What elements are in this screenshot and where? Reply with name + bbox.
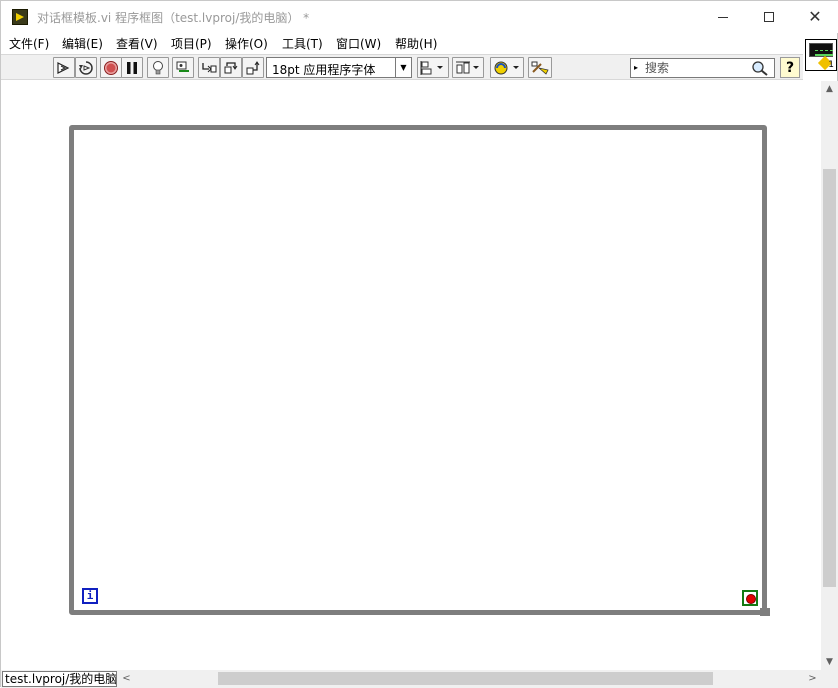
vi-icon[interactable]: 1	[805, 39, 837, 71]
minimize-icon	[718, 17, 728, 18]
chevron-down-icon: ▼	[395, 58, 411, 77]
run-continuously-button[interactable]	[75, 57, 97, 78]
search-expand-icon: ▸	[634, 63, 639, 72]
step-into-icon	[202, 63, 217, 73]
scroll-up-icon[interactable]: ▲	[821, 81, 838, 98]
menu-file[interactable]: 文件(F)	[9, 35, 49, 52]
maximize-button[interactable]	[746, 1, 792, 33]
menu-help[interactable]: 帮助(H)	[395, 35, 437, 52]
search-input[interactable]	[645, 60, 749, 76]
horizontal-scroll-thumb[interactable]	[218, 672, 713, 685]
menu-operate[interactable]: 操作(O)	[225, 35, 268, 52]
run-arrow-icon	[57, 62, 70, 74]
close-icon: ✕	[808, 7, 822, 26]
title-bar[interactable]: 对话框模板.vi 程序框图（test.lvproj/我的电脑） * ✕	[1, 1, 838, 33]
font-dropdown[interactable]: 18pt 应用程序字体 ▼	[266, 57, 412, 78]
menu-edit[interactable]: 编辑(E)	[62, 35, 103, 52]
vertical-scroll-thumb[interactable]	[823, 169, 836, 587]
menu-tools[interactable]: 工具(T)	[282, 35, 323, 52]
step-over-icon	[224, 62, 238, 74]
while-loop-structure[interactable]: i	[69, 125, 770, 616]
context-help-button[interactable]: ?	[780, 57, 800, 78]
reorder-button[interactable]	[490, 57, 524, 78]
reorder-icon	[494, 61, 519, 75]
scroll-right-icon[interactable]: >	[804, 670, 821, 688]
application-instance-label[interactable]: test.lvproj/我的电脑	[2, 671, 117, 687]
align-objects-button[interactable]	[417, 57, 449, 78]
scroll-down-icon[interactable]: ▼	[821, 654, 838, 671]
step-into-button[interactable]	[198, 57, 220, 78]
labview-block-diagram-window: 对话框模板.vi 程序框图（test.lvproj/我的电脑） * ✕ 文件(F…	[0, 0, 838, 688]
clean-up-diagram-button[interactable]	[528, 57, 552, 78]
close-button[interactable]: ✕	[792, 1, 838, 33]
vi-icon-number: 1	[828, 60, 834, 70]
toolbar: 18pt 应用程序字体 ▼ ▸ ?	[1, 54, 803, 80]
distribute-objects-icon	[456, 61, 479, 74]
retain-wire-values-button[interactable]	[172, 57, 194, 78]
align-objects-icon	[420, 61, 443, 75]
window-title: 对话框模板.vi 程序框图（test.lvproj/我的电脑） *	[37, 11, 310, 25]
block-diagram-canvas[interactable]: i	[1, 81, 821, 671]
highlight-execution-button[interactable]	[147, 57, 169, 78]
vi-icon-screen	[809, 43, 833, 57]
step-over-button[interactable]	[220, 57, 242, 78]
pause-icon	[127, 62, 137, 74]
vertical-scrollbar[interactable]: ▲ ▼	[821, 81, 838, 671]
loop-condition-terminal[interactable]	[742, 590, 758, 606]
menu-window[interactable]: 窗口(W)	[336, 35, 381, 52]
bottom-bar: test.lvproj/我的电脑 < >	[1, 670, 838, 688]
abort-icon	[104, 61, 118, 75]
font-dropdown-value: 18pt 应用程序字体	[272, 63, 376, 77]
loop-resize-handle[interactable]	[760, 608, 770, 616]
search-field[interactable]: ▸	[630, 58, 775, 78]
lightbulb-icon	[153, 61, 163, 75]
step-out-button[interactable]	[242, 57, 264, 78]
menu-bar: 文件(F) 编辑(E) 查看(V) 项目(P) 操作(O) 工具(T) 窗口(W…	[1, 33, 801, 53]
probe-icon	[176, 61, 189, 72]
labview-app-icon[interactable]	[12, 9, 28, 25]
minimize-button[interactable]	[700, 1, 746, 33]
distribute-objects-button[interactable]	[452, 57, 484, 78]
run-continuously-icon	[79, 61, 93, 75]
menu-view[interactable]: 查看(V)	[116, 35, 158, 52]
pause-button[interactable]	[121, 57, 143, 78]
maximize-icon	[764, 12, 774, 22]
abort-button[interactable]	[100, 57, 122, 78]
search-icon[interactable]	[751, 60, 769, 76]
scroll-left-icon[interactable]: <	[118, 670, 135, 688]
iteration-terminal[interactable]: i	[82, 588, 98, 604]
step-out-icon	[246, 61, 260, 75]
broom-icon	[531, 61, 549, 75]
menu-project[interactable]: 项目(P)	[171, 35, 212, 52]
run-button[interactable]	[53, 57, 75, 78]
